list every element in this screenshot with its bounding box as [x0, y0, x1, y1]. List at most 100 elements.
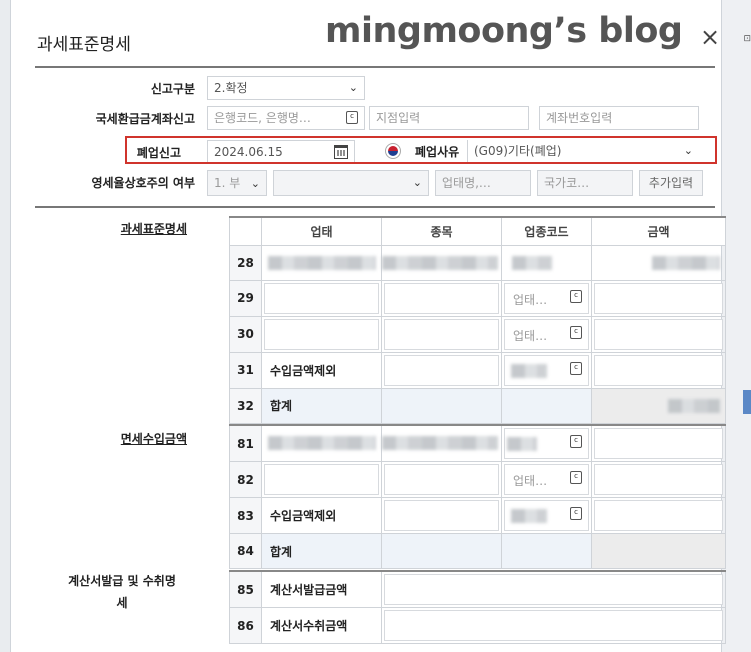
- row-label: 수입금액제외: [261, 497, 382, 534]
- zero-rate-detail-select[interactable]: ⌄: [273, 170, 429, 196]
- dialog-title: 과세표준명세: [37, 35, 131, 55]
- add-input-button[interactable]: 추가입력: [639, 170, 703, 196]
- row-label: 합계: [261, 533, 382, 569]
- item-input[interactable]: [384, 282, 499, 314]
- amount-cell[interactable]: [591, 461, 726, 498]
- item-cell[interactable]: [381, 315, 502, 353]
- bank-code-input[interactable]: 은행코드, 은행명… c: [207, 106, 365, 130]
- amount-cell[interactable]: [591, 424, 726, 462]
- chevron-down-icon: ⌄: [348, 81, 358, 94]
- amount-cell[interactable]: [591, 244, 726, 281]
- industry-code-input[interactable]: c: [504, 354, 589, 386]
- invoice-issued-amount-cell[interactable]: [381, 570, 726, 608]
- table-row: 82 업태… c: [229, 461, 726, 498]
- redacted-text: [268, 436, 376, 450]
- invoice-issued-amount-input[interactable]: [384, 574, 723, 605]
- redacted-text: [652, 255, 720, 270]
- business-type-input[interactable]: [264, 464, 379, 495]
- business-type-cell[interactable]: [261, 424, 382, 462]
- item-input[interactable]: [384, 464, 499, 495]
- amount-input[interactable]: [594, 318, 723, 350]
- business-type-cell[interactable]: [261, 279, 382, 317]
- amount-cell[interactable]: [591, 315, 726, 353]
- table-header-spacer: [229, 216, 262, 246]
- table-header-row: 업태 종목 업종코드 금액: [229, 216, 726, 246]
- code-lookup-icon[interactable]: c: [570, 361, 582, 375]
- amount-cell[interactable]: [591, 351, 726, 389]
- business-type-input[interactable]: [264, 282, 379, 314]
- redacted-text: [382, 255, 498, 270]
- industry-code-cell[interactable]: c: [501, 497, 592, 534]
- item-cell[interactable]: [381, 244, 502, 281]
- industry-code-cell[interactable]: 업태… c: [501, 461, 592, 498]
- item-input[interactable]: [384, 354, 499, 386]
- blog-watermark: mingmoong’s blog: [325, 11, 683, 51]
- zero-rate-select[interactable]: 1. 부 ⌄: [207, 170, 267, 196]
- industry-code-cell[interactable]: 업태… c: [501, 279, 592, 317]
- code-lookup-icon[interactable]: c: [570, 435, 582, 448]
- table-row: 81 c: [229, 424, 726, 462]
- item-cell[interactable]: [381, 424, 502, 462]
- code-lookup-icon[interactable]: c: [570, 325, 582, 339]
- business-type-cell[interactable]: [261, 461, 382, 498]
- account-number-input[interactable]: 계좌번호입력: [539, 106, 699, 130]
- total-amount-cell: [591, 387, 726, 424]
- industry-code-input[interactable]: 업태… c: [504, 318, 589, 350]
- redacted-text: [268, 255, 376, 270]
- code-lookup-icon[interactable]: c: [570, 507, 582, 520]
- industry-code-cell[interactable]: 업태… c: [501, 315, 592, 353]
- industry-code-input[interactable]: c: [504, 500, 589, 531]
- code-lookup-icon[interactable]: c: [346, 111, 358, 124]
- row-number: 28: [229, 244, 262, 281]
- invoice-section-label-line1: 계산서발급 및 수취명: [68, 574, 176, 588]
- amount-cell[interactable]: [591, 497, 726, 534]
- item-cell[interactable]: [381, 497, 502, 534]
- industry-code-input[interactable]: c: [504, 428, 589, 459]
- account-number-placeholder: 계좌번호입력: [546, 111, 613, 125]
- item-input[interactable]: [384, 318, 499, 350]
- business-name-input[interactable]: 업태명,…: [435, 170, 531, 196]
- redacted-text: [668, 398, 720, 413]
- item-cell[interactable]: [381, 351, 502, 389]
- background-icon: ⊡: [743, 34, 751, 44]
- closure-highlight-box: [125, 136, 717, 164]
- item-cell[interactable]: [381, 461, 502, 498]
- industry-code-cell[interactable]: c: [501, 424, 592, 462]
- industry-code-placeholder: 업태…: [513, 328, 548, 343]
- amount-input[interactable]: [594, 500, 723, 531]
- zero-rate-label: 영세율상호주의 여부: [91, 176, 195, 190]
- industry-code-placeholder: 업태…: [513, 474, 548, 488]
- code-lookup-icon[interactable]: c: [570, 471, 582, 484]
- close-icon[interactable]: ×: [699, 25, 721, 49]
- business-type-input[interactable]: [264, 318, 379, 350]
- country-code-placeholder: 국가코…: [544, 176, 590, 190]
- tax-base-section-label[interactable]: 과세표준명세: [105, 220, 187, 237]
- industry-code-input[interactable]: 업태… c: [504, 464, 589, 495]
- row-number: 86: [229, 607, 262, 644]
- amount-input[interactable]: [594, 464, 723, 495]
- country-code-input[interactable]: 국가코…: [537, 170, 633, 196]
- industry-code-cell[interactable]: c: [501, 351, 592, 389]
- amount-input[interactable]: [594, 354, 723, 386]
- invoice-received-amount-cell[interactable]: [381, 607, 726, 644]
- industry-code-cell[interactable]: [501, 244, 592, 281]
- amount-input[interactable]: [594, 428, 723, 459]
- tax-free-section-label[interactable]: 면세수입금액: [105, 430, 187, 447]
- amount-cell[interactable]: [591, 279, 726, 317]
- column-header: 금액: [591, 216, 726, 246]
- amount-input[interactable]: [594, 282, 723, 314]
- table-row: 28: [229, 244, 726, 281]
- invoice-received-amount-input[interactable]: [384, 610, 723, 641]
- business-type-cell[interactable]: [261, 244, 382, 281]
- item-input[interactable]: [384, 500, 499, 531]
- row-number: 82: [229, 461, 262, 498]
- refund-account-label: 국세환급금계좌신고: [95, 112, 195, 126]
- code-lookup-icon[interactable]: c: [570, 289, 582, 303]
- report-type-select[interactable]: 2.확정 ⌄: [207, 76, 365, 100]
- total-row: 84 합계: [229, 533, 726, 569]
- row-number: 30: [229, 315, 262, 353]
- item-cell[interactable]: [381, 279, 502, 317]
- business-type-cell[interactable]: [261, 315, 382, 353]
- industry-code-input[interactable]: 업태… c: [504, 282, 589, 314]
- branch-input[interactable]: 지점입력: [369, 106, 529, 130]
